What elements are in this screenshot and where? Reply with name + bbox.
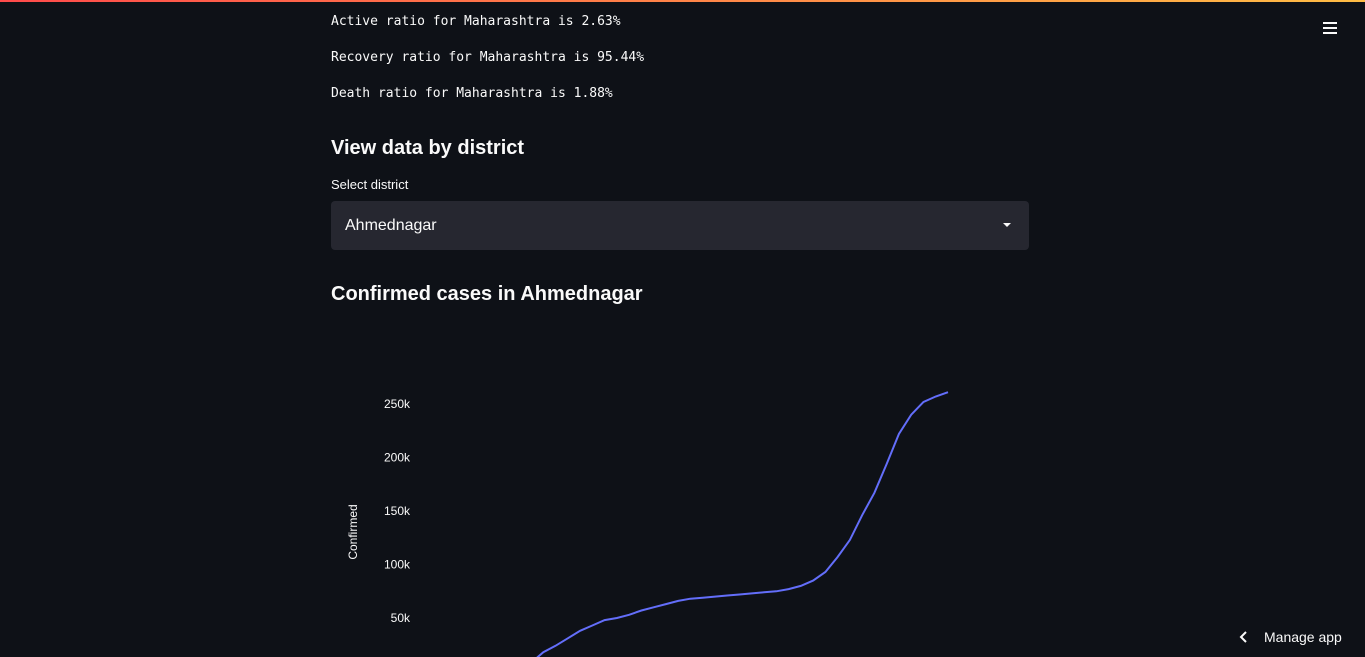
recovery-ratio-text: Recovery ratio for Maharashtra is 95.44% (331, 50, 645, 65)
manage-app-button[interactable]: Manage app (1232, 624, 1352, 650)
y-tick-label: 250k (384, 397, 411, 411)
y-tick-label: 150k (384, 504, 411, 518)
confirmed-series-line (536, 391, 949, 657)
caret-down-icon (1003, 223, 1011, 227)
district-section-heading: View data by district (331, 137, 525, 159)
top-decoration-bar (0, 0, 1365, 2)
y-tick-label: 200k (384, 451, 411, 465)
y-axis-label: Confirmed (346, 504, 360, 559)
manage-app-label: Manage app (1264, 629, 1342, 645)
y-tick-label: 100k (384, 558, 411, 572)
chart-heading: Confirmed cases in Ahmednagar (331, 283, 643, 305)
chevron-left-icon (1232, 624, 1256, 650)
district-select[interactable]: Ahmednagar (331, 201, 1029, 250)
confirmed-cases-chart: 50k 100k 150k 200k 250k Confirmed (346, 391, 949, 657)
y-tick-label: 50k (391, 611, 411, 625)
district-select-value: Ahmednagar (345, 216, 437, 234)
select-district-label: Select district (331, 177, 409, 192)
hamburger-menu-icon[interactable] (1318, 18, 1342, 38)
death-ratio-text: Death ratio for Maharashtra is 1.88% (331, 86, 613, 101)
active-ratio-text: Active ratio for Maharashtra is 2.63% (331, 14, 621, 29)
